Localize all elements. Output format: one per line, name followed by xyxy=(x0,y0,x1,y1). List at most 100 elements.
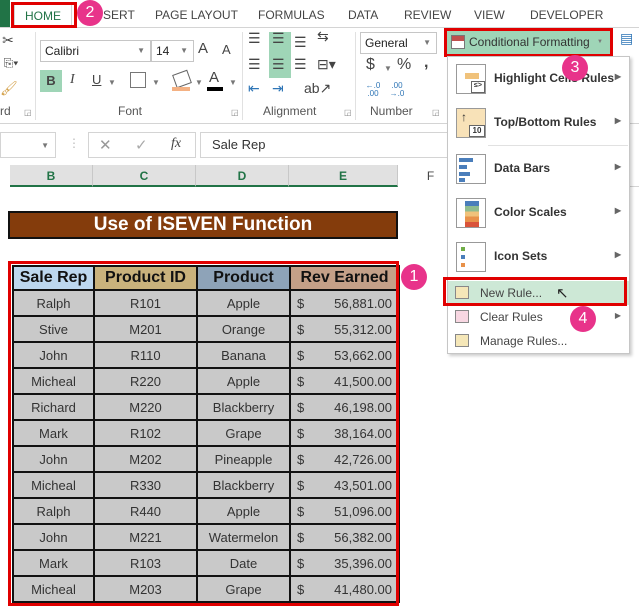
decrease-decimal-button[interactable]: .00 →.0 xyxy=(388,82,406,98)
font-launcher-icon[interactable]: ◲ xyxy=(231,108,239,117)
decrease-indent-icon[interactable]: ⇤ xyxy=(248,80,260,97)
formula-input[interactable]: Sale Rep xyxy=(200,132,448,158)
menu-label: Clear Rules xyxy=(480,310,543,324)
manage-rules-icon xyxy=(455,334,469,347)
number-group-label: Number xyxy=(370,104,413,118)
align-center-icon[interactable]: ☰ xyxy=(272,56,285,73)
menu-separator xyxy=(488,145,628,146)
conditional-formatting-highlight xyxy=(444,28,613,57)
cut-icon[interactable]: ✂ xyxy=(0,32,16,49)
column-header-d[interactable]: D xyxy=(196,165,289,187)
font-name-value: Calibri xyxy=(45,44,80,58)
chevron-down-icon[interactable]: ▼ xyxy=(384,64,392,73)
column-header-e[interactable]: E xyxy=(289,165,398,187)
underline-button[interactable]: U xyxy=(92,72,101,87)
data-bars-icon xyxy=(456,154,486,184)
font-color-button[interactable]: A xyxy=(209,69,219,86)
font-size-value: 14 xyxy=(156,44,170,58)
column-header-c[interactable]: C xyxy=(93,165,196,187)
separator xyxy=(35,32,36,120)
tab-review[interactable]: REVIEW xyxy=(404,0,451,28)
number-format-value: General xyxy=(365,36,408,50)
fill-color-icon[interactable] xyxy=(172,69,192,89)
name-box[interactable]: ▼ xyxy=(0,132,56,158)
font-color-swatch xyxy=(207,87,223,91)
menu-item-clear-rules[interactable]: Clear Rules ▶ xyxy=(448,305,629,329)
format-as-table-icon[interactable]: ▤ xyxy=(620,30,633,47)
color-scales-icon xyxy=(456,198,486,228)
table-highlight xyxy=(8,261,399,606)
tab-data[interactable]: DATA xyxy=(348,0,378,28)
submenu-arrow-icon: ▶ xyxy=(614,250,621,259)
file-tab[interactable] xyxy=(0,0,10,27)
clear-rules-icon xyxy=(455,310,469,323)
drag-handle-icon[interactable]: ⋮ xyxy=(68,136,80,150)
tab-insert[interactable]: SERT xyxy=(103,0,135,28)
step-badge-1: 1 xyxy=(401,264,427,290)
home-tab-highlight xyxy=(11,2,77,28)
borders-icon[interactable] xyxy=(130,72,146,88)
menu-item-manage-rules[interactable]: Manage Rules... xyxy=(448,329,629,353)
chevron-down-icon[interactable]: ▼ xyxy=(195,78,203,87)
format-painter-icon[interactable]: 🖌 xyxy=(0,80,18,97)
menu-item-color-scales[interactable]: Color Scales ▶ xyxy=(448,191,629,235)
column-header-b[interactable]: B xyxy=(10,165,93,187)
formula-buttons: ✕ ✓ fx xyxy=(88,132,196,158)
tab-view[interactable]: VIEW xyxy=(474,0,505,28)
submenu-arrow-icon: ▶ xyxy=(614,162,621,171)
copy-icon[interactable]: ⎘▾ xyxy=(0,56,22,71)
tab-formulas[interactable]: FORMULAS xyxy=(258,0,325,28)
insert-function-icon[interactable]: fx xyxy=(171,136,181,152)
fill-color-swatch xyxy=(172,87,190,91)
chevron-down-icon: ▼ xyxy=(137,46,145,55)
align-right-icon[interactable]: ☰ xyxy=(294,56,307,73)
font-name-combo[interactable]: Calibri ▼ xyxy=(40,40,151,62)
step-badge-3: 3 xyxy=(562,55,588,81)
menu-item-top-bottom-rules[interactable]: ↑ 10 Top/Bottom Rules ▶ xyxy=(448,101,629,145)
merge-center-icon[interactable]: ⊟▾ xyxy=(317,56,336,73)
chevron-down-icon[interactable]: ▼ xyxy=(229,78,237,87)
menu-item-highlight-cells-rules[interactable]: ≤> Highlight Cells Rules ▶ xyxy=(448,57,629,101)
comma-button[interactable]: , xyxy=(424,54,428,72)
clipboard-group-label: rd xyxy=(0,104,11,118)
top-align-icon[interactable]: ☰ xyxy=(248,30,261,47)
align-left-icon[interactable]: ☰ xyxy=(248,56,261,73)
highlight-cells-icon: ≤> xyxy=(456,64,486,94)
menu-label: Top/Bottom Rules xyxy=(494,115,597,129)
number-format-combo[interactable]: General ▼ xyxy=(360,32,437,54)
orientation-icon[interactable]: ab↗ xyxy=(304,80,331,97)
percent-button[interactable]: % xyxy=(397,56,411,74)
shrink-font-button[interactable]: A xyxy=(222,42,231,57)
separator xyxy=(355,32,356,120)
number-launcher-icon[interactable]: ◲ xyxy=(432,108,440,117)
conditional-formatting-menu: ≤> Highlight Cells Rules ▶ ↑ 10 Top/Botto… xyxy=(447,56,630,354)
chevron-down-icon[interactable]: ▼ xyxy=(108,78,116,87)
submenu-arrow-icon: ▶ xyxy=(614,311,621,320)
cancel-icon[interactable]: ✕ xyxy=(99,136,112,154)
alignment-launcher-icon[interactable]: ◲ xyxy=(344,108,352,117)
bottom-align-icon[interactable]: ☰ xyxy=(294,34,307,51)
increase-indent-icon[interactable]: ⇥ xyxy=(272,80,284,97)
menu-item-icon-sets[interactable]: Icon Sets ▶ xyxy=(448,235,629,279)
chevron-down-icon: ▼ xyxy=(180,46,188,55)
currency-button[interactable]: $ xyxy=(366,56,375,74)
sheet-title: Use of ISEVEN Function xyxy=(8,211,398,239)
grow-font-button[interactable]: A xyxy=(198,40,208,57)
step-badge-4: 4 xyxy=(570,306,596,332)
step-badge-2: 2 xyxy=(77,0,103,26)
enter-icon[interactable]: ✓ xyxy=(135,136,148,154)
middle-align-icon[interactable]: ☰ xyxy=(272,30,285,47)
italic-button[interactable]: I xyxy=(70,72,75,88)
wrap-text-icon[interactable]: ⇆ xyxy=(317,28,329,45)
icon-sets-icon xyxy=(456,242,486,272)
tab-page-layout[interactable]: PAGE LAYOUT xyxy=(155,0,238,28)
font-size-combo[interactable]: 14 ▼ xyxy=(151,40,194,62)
chevron-down-icon[interactable]: ▼ xyxy=(152,78,160,87)
increase-decimal-button[interactable]: ←.0 .00 xyxy=(364,82,382,98)
clipboard-launcher-icon[interactable]: ◲ xyxy=(24,108,32,117)
tab-developer[interactable]: DEVELOPER xyxy=(530,0,603,28)
menu-item-data-bars[interactable]: Data Bars ▶ xyxy=(448,147,629,191)
bold-button[interactable]: B xyxy=(40,70,62,92)
menu-label: Color Scales xyxy=(494,205,567,219)
menu-label: Highlight Cells Rules xyxy=(494,71,615,85)
